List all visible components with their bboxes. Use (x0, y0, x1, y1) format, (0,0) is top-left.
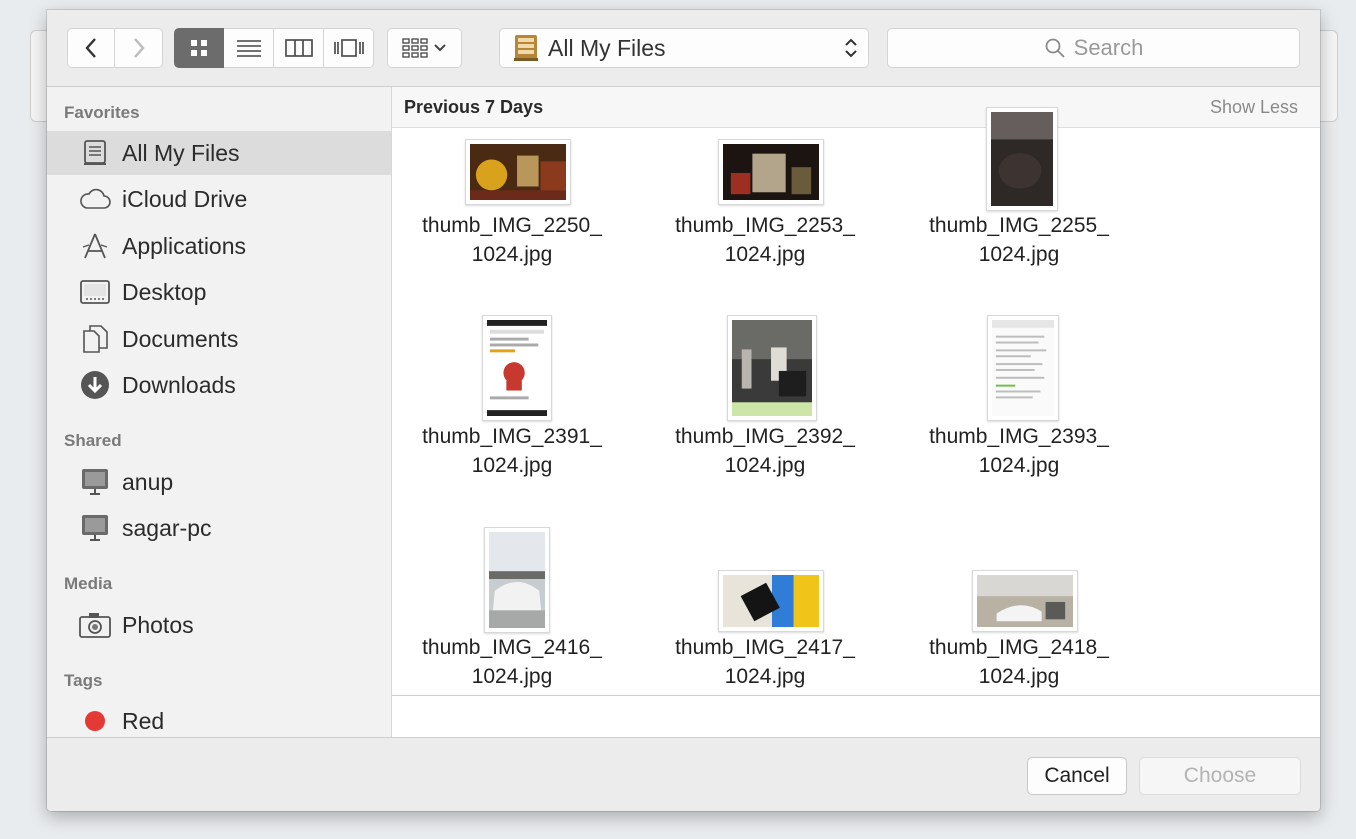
sidebar-item-label: anup (122, 468, 174, 495)
desktop-icon (79, 276, 111, 308)
photo-thumbnail-image (489, 532, 545, 628)
sidebar-item-label: Downloads (122, 371, 236, 398)
show-less-link[interactable]: Show Less (1210, 97, 1298, 118)
sidebar-item-icloud-drive[interactable]: iCloud Drive (47, 177, 391, 221)
sidebar-item-label: Desktop (122, 278, 207, 305)
section-media: Media (64, 574, 113, 593)
photo-thumbnail-image (977, 575, 1073, 627)
sidebar-item-applications[interactable]: Applications (47, 224, 391, 268)
list-icon (236, 40, 261, 57)
section-shared: Shared (64, 431, 122, 450)
section-tags: Tags (64, 671, 103, 690)
all-my-files-icon (514, 35, 538, 61)
sidebar-item-label: Applications (122, 232, 247, 259)
photo-thumbnail-image (723, 144, 819, 200)
cancel-button[interactable]: Cancel (1027, 757, 1127, 795)
file-name[interactable]: thumb_IMG_2417_ 1024.jpg (645, 633, 885, 691)
sidebar-item-label: iCloud Drive (122, 185, 248, 212)
sidebar-item-sagar-pc[interactable]: sagar-pc (47, 506, 391, 550)
file-name[interactable]: thumb_IMG_2393_ 1024.jpg (899, 422, 1139, 480)
icon-view-button[interactable] (174, 28, 224, 68)
file-name[interactable]: thumb_IMG_2392_ 1024.jpg (645, 422, 885, 480)
sidebar-item-anup[interactable]: anup (47, 460, 391, 504)
file-thumbnail[interactable] (972, 570, 1078, 632)
file-thumbnail[interactable] (482, 315, 552, 421)
photo-thumbnail-image (723, 575, 819, 627)
computer-icon (79, 466, 111, 498)
file-thumbnail[interactable] (727, 315, 817, 421)
applications-icon (79, 230, 111, 262)
file-name[interactable]: thumb_IMG_2418_ 1024.jpg (899, 633, 1139, 691)
file-thumbnail[interactable] (484, 527, 550, 633)
all-my-files-icon (79, 137, 111, 169)
sidebar-item-label: All My Files (122, 139, 240, 166)
arrange-grid-icon (402, 38, 428, 58)
download-icon (79, 369, 111, 401)
file-thumbnail[interactable] (987, 315, 1059, 421)
group-title: Previous 7 Days (404, 97, 544, 117)
forward-button[interactable] (115, 28, 163, 68)
grid-icon (191, 40, 207, 56)
sidebar-item-tag-red[interactable]: Red (47, 699, 391, 737)
sidebar-item-label: Red (122, 707, 165, 734)
chevron-down-icon (434, 44, 446, 52)
sidebar-item-photos[interactable]: Photos (47, 603, 391, 647)
sidebar-item-downloads[interactable]: Downloads (47, 363, 391, 407)
file-browser: Previous 7 Days Show Less thumb_IMG_2250… (392, 87, 1320, 737)
documents-icon (79, 323, 111, 355)
chevron-right-icon (133, 38, 145, 58)
toolbar: All My Files Search (47, 10, 1320, 87)
file-name[interactable]: thumb_IMG_2255_ 1024.jpg (899, 211, 1139, 269)
open-file-dialog: All My Files Search Favorites All My Fil… (47, 10, 1320, 811)
choose-button[interactable]: Choose (1139, 757, 1301, 795)
photo-thumbnail-image (991, 112, 1053, 206)
file-thumbnail[interactable] (986, 107, 1058, 211)
file-thumbnail[interactable] (718, 570, 824, 632)
location-popup[interactable]: All My Files (499, 28, 869, 68)
dialog-footer: Cancel Choose (47, 737, 1320, 811)
sidebar-item-label: Photos (122, 611, 194, 638)
list-view-button[interactable] (224, 28, 274, 68)
chevron-left-icon (85, 38, 96, 58)
sidebar: Favorites All My Files iCloud Drive Appl… (47, 87, 392, 737)
screenshot-thumbnail-image (487, 320, 547, 416)
file-thumbnail[interactable] (718, 139, 824, 205)
file-name[interactable]: thumb_IMG_2250_ 1024.jpg (392, 211, 632, 269)
group-header: Previous 7 Days Show Less (392, 87, 1320, 128)
photo-thumbnail-image (470, 144, 566, 200)
camera-icon (79, 609, 111, 641)
view-mode-segment (174, 28, 374, 68)
file-name[interactable]: thumb_IMG_2391_ 1024.jpg (392, 422, 632, 480)
search-field[interactable]: Search (887, 28, 1300, 68)
cloud-icon (79, 183, 111, 215)
section-favorites: Favorites (64, 103, 140, 122)
screenshot-thumbnail-image (992, 320, 1054, 416)
location-label: All My Files (548, 34, 666, 61)
search-placeholder: Search (1073, 35, 1144, 60)
sidebar-item-documents[interactable]: Documents (47, 317, 391, 361)
column-view-button[interactable] (274, 28, 324, 68)
file-thumbnail[interactable] (465, 139, 571, 205)
sidebar-item-desktop[interactable]: Desktop (47, 270, 391, 314)
columns-icon (284, 39, 313, 57)
updown-chevron-icon (845, 38, 857, 58)
back-button[interactable] (67, 28, 115, 68)
sidebar-item-label: Documents (122, 325, 239, 352)
content-divider (392, 695, 1320, 696)
sidebar-item-label: sagar-pc (122, 514, 212, 541)
cover-flow-button[interactable] (324, 28, 374, 68)
nav-buttons (67, 28, 163, 68)
cover-flow-icon (333, 39, 364, 57)
arrange-button[interactable] (387, 28, 462, 68)
search-icon (1045, 38, 1065, 58)
sidebar-item-all-my-files[interactable]: All My Files (47, 131, 391, 175)
photo-thumbnail-image (732, 320, 812, 416)
red-tag-dot-icon (79, 705, 111, 737)
file-name[interactable]: thumb_IMG_2253_ 1024.jpg (645, 211, 885, 269)
file-name[interactable]: thumb_IMG_2416_ 1024.jpg (392, 633, 632, 691)
computer-icon (79, 512, 111, 544)
